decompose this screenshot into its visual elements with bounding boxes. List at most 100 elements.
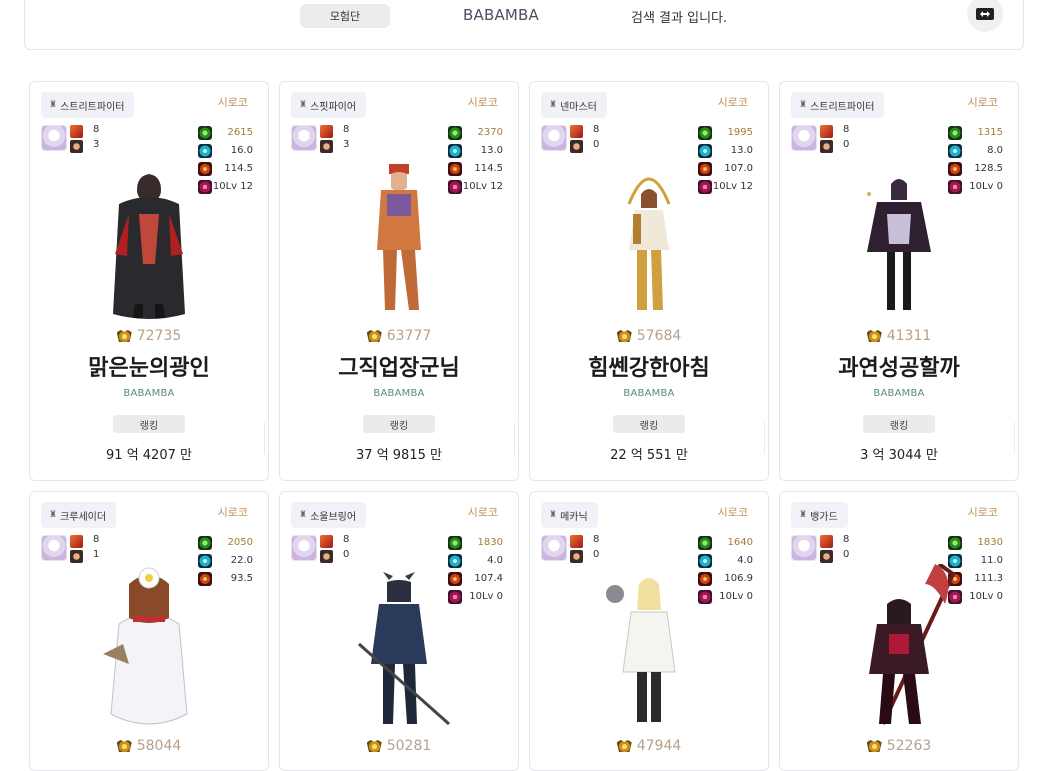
- character-sprite: [103, 567, 188, 725]
- character-card[interactable]: ♜ 넨마스터 시로코 8 0 1995 13.0 107.0 10Lv 12 5…: [529, 81, 769, 481]
- ranking-button[interactable]: 랭킹: [113, 415, 185, 433]
- score-row: 52263: [780, 738, 1018, 754]
- server-name: 시로코: [967, 506, 998, 519]
- stat-value: 2050: [227, 537, 253, 548]
- job-class-icon: ♜: [299, 100, 308, 110]
- job-name: 크루세이더: [60, 511, 107, 523]
- avatar-group: 8 0: [791, 533, 851, 563]
- score-row: 58044: [30, 738, 268, 754]
- score-row: 47944: [530, 738, 768, 754]
- stat-value: 1830: [477, 537, 503, 548]
- count-1: 8: [593, 124, 600, 135]
- adventure-label: BABAMBA: [123, 388, 175, 399]
- stat-value: 93.5: [230, 573, 253, 584]
- character-card[interactable]: ♜ 메카닉 시로코 8 0 1640 4.0 106.9 10Lv 0 4794…: [529, 491, 769, 771]
- stat-row: 1830: [448, 534, 503, 552]
- character-card[interactable]: ♜ 스핏파이어 시로코 8 3 2370 13.0 114.5 10Lv 12 …: [279, 81, 519, 481]
- count-1: 8: [93, 534, 100, 545]
- stat-value: 22.0: [230, 555, 253, 566]
- stat-value: 114.5: [224, 163, 253, 174]
- stat-icon: [698, 126, 712, 140]
- creature-icon: [320, 550, 333, 563]
- score-row: 50281: [280, 738, 518, 754]
- character-sprite: [869, 564, 956, 725]
- job-class-icon: ♜: [549, 100, 558, 110]
- stat-row: 2050: [198, 534, 253, 552]
- divider: [264, 422, 265, 454]
- creature-icon: [320, 140, 333, 153]
- job-name: 소울브링어: [310, 511, 357, 523]
- count-1: 8: [93, 124, 100, 135]
- adventure-button[interactable]: 모험단: [300, 4, 390, 28]
- character-card[interactable]: ♜ 스트리트파이터 시로코 8 0 1315 8.0 128.5 10Lv 0 …: [779, 81, 1019, 481]
- view-toggle-button[interactable]: [967, 0, 1003, 32]
- server-name: 시로코: [717, 506, 748, 519]
- stat-value: 8.0: [987, 145, 1003, 156]
- server-name: 시로코: [217, 506, 248, 519]
- stat-row: 1640: [698, 534, 753, 552]
- stat-icon: [948, 126, 962, 140]
- job-tag: ♜ 메카닉: [541, 502, 598, 528]
- server-name: 시로코: [717, 96, 748, 109]
- crown-score-icon: [116, 330, 132, 342]
- stat-value: 1995: [727, 127, 753, 138]
- job-class-icon: ♜: [799, 510, 808, 520]
- character-sprite: [377, 164, 421, 310]
- character-name[interactable]: 그직업장군님: [280, 350, 518, 382]
- stat-row: 1315: [948, 124, 1003, 142]
- character-name[interactable]: 맑은눈의광인: [30, 350, 268, 382]
- job-name: 스트리트파이터: [60, 101, 125, 113]
- stat-value: 10Lv 0: [469, 591, 503, 602]
- server-name: 시로코: [967, 96, 998, 109]
- stat-value: 4.0: [737, 555, 753, 566]
- stat-icon: [198, 126, 212, 140]
- score-row: 63777: [280, 328, 518, 344]
- avatar: [41, 125, 67, 151]
- character-name[interactable]: 과연성공할까: [780, 350, 1018, 382]
- score-value: 52263: [886, 738, 932, 754]
- stat-icon: [448, 126, 462, 140]
- score-row: 72735: [30, 328, 268, 344]
- count-1: 8: [343, 534, 350, 545]
- job-name: 스트리트파이터: [810, 101, 875, 113]
- count-1: 8: [843, 124, 850, 135]
- title-icon: [820, 125, 833, 138]
- title-icon: [320, 535, 333, 548]
- ranking-button[interactable]: 랭킹: [363, 415, 435, 433]
- job-class-icon: ♜: [49, 510, 58, 520]
- count-2: 0: [593, 139, 600, 150]
- avatar: [541, 125, 567, 151]
- swap-arrows-icon: [976, 8, 994, 20]
- job-tag: ♜ 넨마스터: [541, 92, 607, 118]
- count-2: 0: [593, 549, 600, 560]
- server-name: 시로코: [217, 96, 248, 109]
- count-2: 0: [343, 549, 350, 560]
- character-card[interactable]: ♜ 크루세이더 시로코 8 1 2050 22.0 93.5 58044: [29, 491, 269, 771]
- avatar-group: 8 0: [541, 123, 601, 153]
- job-tag: ♜ 스트리트파이터: [791, 92, 885, 118]
- avatar: [291, 125, 317, 151]
- server-name: 시로코: [467, 506, 498, 519]
- avatar-group: 8 1: [41, 533, 101, 563]
- avatar-group: 8 0: [791, 123, 851, 153]
- crown-score-icon: [866, 740, 882, 752]
- score-row: 41311: [780, 328, 1018, 344]
- score-row: 57684: [530, 328, 768, 344]
- adventure-label: BABAMBA: [623, 388, 675, 399]
- job-class-icon: ♜: [799, 100, 808, 110]
- score-value: 50281: [386, 738, 432, 754]
- stat-value: 4.0: [487, 555, 503, 566]
- character-card[interactable]: ♜ 뱅가드 시로코 8 0 1830 11.0 111.3 10Lv 0 522…: [779, 491, 1019, 771]
- ranking-button[interactable]: 랭킹: [863, 415, 935, 433]
- title-icon: [570, 535, 583, 548]
- character-name[interactable]: 힘쎈강한아침: [530, 350, 768, 382]
- character-sprite: [867, 179, 931, 310]
- adventure-label: BABAMBA: [873, 388, 925, 399]
- character-card[interactable]: ♜ 스트리트파이터 시로코 8 3 2615 16.0 114.5 10Lv 1…: [29, 81, 269, 481]
- avatar: [791, 535, 817, 561]
- character-card[interactable]: ♜ 소울브링어 시로코 8 0 1830 4.0 107.4 10Lv 0 50…: [279, 491, 519, 771]
- title-icon: [70, 535, 83, 548]
- stat-value: 114.5: [474, 163, 503, 174]
- ranking-button[interactable]: 랭킹: [613, 415, 685, 433]
- creature-icon: [820, 550, 833, 563]
